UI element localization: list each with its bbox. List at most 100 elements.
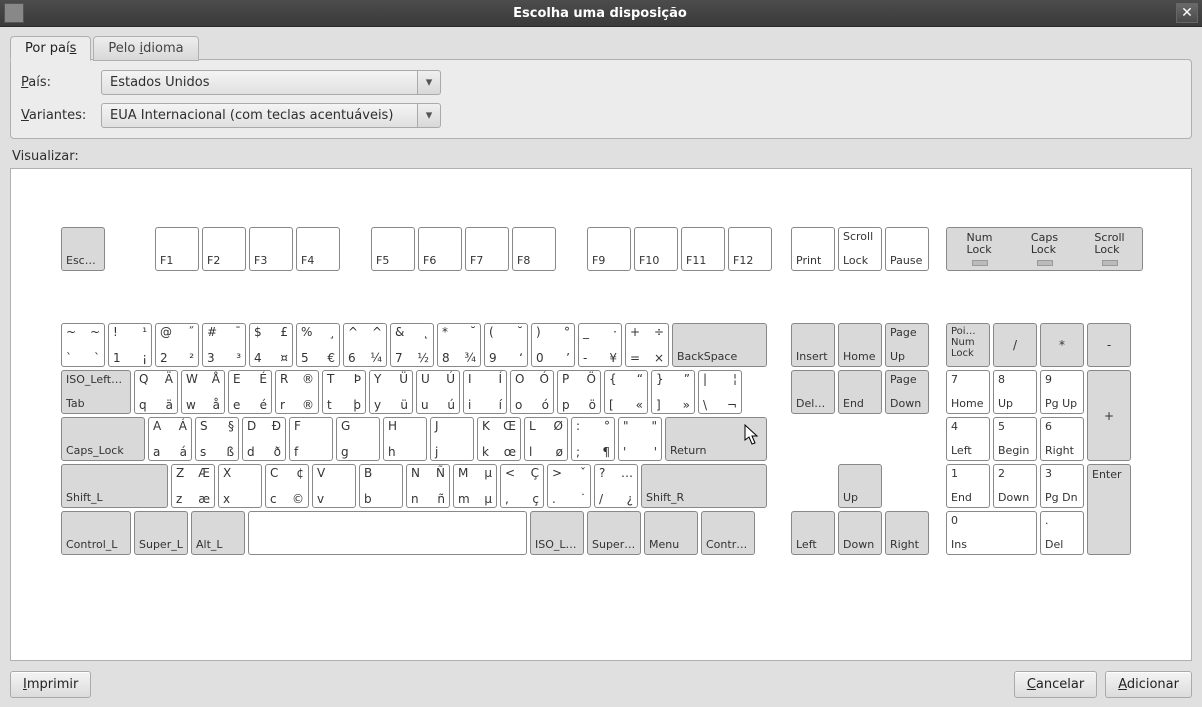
country-label: País: [21,75,101,90]
cancel-button-post: ancelar [1036,677,1084,692]
country-combo-value: Estados Unidos [101,70,417,95]
variant-label: Variantes: [21,108,101,123]
key-capslock: Caps_Lock [61,417,145,461]
key-x: Xx [218,464,262,508]
cancel-button-u: C [1027,677,1036,692]
key-d5: %¸5€ [296,323,340,367]
chevron-down-icon: ▾ [426,108,433,123]
key-d6: ^^6¼ [343,323,387,367]
key-tab: ISO_Left…Tab [61,370,131,414]
key-c: C¢c© [265,464,309,508]
key-f1: F1 [155,227,199,271]
key-end: End [838,370,882,414]
close-button[interactable]: ✕ [1176,3,1198,23]
key-arrow-left: Left [791,511,835,555]
key-f6: F6 [418,227,462,271]
key-np-4: 4Left [946,417,990,461]
key-page-up: PageUp [885,323,929,367]
variant-combo-button[interactable]: ▾ [417,103,441,128]
key-rb: }”]» [651,370,695,414]
key-t: TÞtþ [322,370,366,414]
key-f: Ff [289,417,333,461]
key-r: R®r® [275,370,319,414]
key-d3: #¯3³ [202,323,246,367]
add-button-u: A [1118,677,1127,692]
key-f8: F8 [512,227,556,271]
key-o: OÓoó [510,370,554,414]
tab-by-country[interactable]: Por país [10,36,91,61]
key-np-add: + [1087,370,1131,461]
key-a: AÁaá [148,417,192,461]
key-d9: (˘9‘ [484,323,528,367]
key-d0: )°0’ [531,323,575,367]
key-slash: ?…/¿ [594,464,638,508]
variant-label-post: ariantes: [29,108,86,123]
country-combo-button[interactable]: ▾ [417,70,441,95]
key-shift-right: Shift_R [641,464,767,508]
key-np-divide: / [993,323,1037,367]
variant-combo-value: EUA Internacional (com teclas acentuávei… [101,103,417,128]
key-arrow-up: Up [838,464,882,508]
key-print: Print [791,227,835,271]
key-page-down: PageDown [885,370,929,414]
key-np-9: 9Pg Up [1040,370,1084,414]
key-d7: &˛7½ [390,323,434,367]
variant-combo[interactable]: EUA Internacional (com teclas acentuávei… [101,103,441,128]
key-np-7: 7Home [946,370,990,414]
key-s: S§sß [195,417,239,461]
key-f4: F4 [296,227,340,271]
key-arrow-down: Down [838,511,882,555]
key-f9: F9 [587,227,631,271]
key-np-1: 1End [946,464,990,508]
key-np-8: 8Up [993,370,1037,414]
tab-by-language-label-post: dioma [143,41,183,56]
keyboard-preview: Esc…F1F2F3F4F5F6F7F8F9F10F11F12PrintScro… [10,168,1192,661]
tab-by-language-label-pre: Pelo [108,41,139,56]
key-numlock: Poi…NumLock [946,323,990,367]
key-i: IÍií [463,370,507,414]
tab-pane: País: Estados Unidos ▾ Variantes: EUA In… [10,59,1192,139]
key-super_r: Super_R [587,511,641,555]
country-label-post: aís: [28,75,51,90]
tab-by-country-label-pre: Por paí [25,41,70,56]
key-u: UÚuú [416,370,460,414]
key-np-0: 0Ins [946,511,1037,555]
key-l: LØlø [524,417,568,461]
key-v: Vv [312,464,356,508]
key-np-6: 6Right [1040,417,1084,461]
preview-label: Visualizar: [12,149,1190,164]
tab-by-country-label-u: s [70,41,77,56]
tab-by-language[interactable]: Pelo idioma [93,36,198,61]
key-np-3: 3Pg Dn [1040,464,1084,508]
key-np-2: 2Down [993,464,1037,508]
lock-indicators: NumLockCapsLockScrollLock [946,227,1143,271]
key-p: PÖpö [557,370,601,414]
key-space [248,511,527,555]
app-icon [4,3,24,23]
key-np-multiply: * [1040,323,1084,367]
key-shift-left: Shift_L [61,464,168,508]
key-d: DÐdð [242,417,286,461]
print-button-post: mprimir [27,677,79,692]
key-backspace: BackSpace [672,323,767,367]
key-alt_l: Alt_L [191,511,245,555]
key-f3: F3 [249,227,293,271]
key-d4: $£4¤ [249,323,293,367]
key-m: Mµmµ [453,464,497,508]
key-b: Bb [359,464,403,508]
add-button[interactable]: Adicionar [1105,671,1192,698]
print-button[interactable]: Imprimir [10,671,91,698]
key-menu: Menu [644,511,698,555]
key-minus: _·-¥ [578,323,622,367]
key-np-enter: Enter [1087,464,1131,555]
key-return: Return [665,417,767,461]
key-j: Jj [430,417,474,461]
country-combo[interactable]: Estados Unidos ▾ [101,70,441,95]
key-super_l: Super_L [134,511,188,555]
cancel-button[interactable]: Cancelar [1014,671,1097,698]
key-d2: @˝2² [155,323,199,367]
key-ctrl_l: Control_L [61,511,131,555]
key-np-subtract: - [1087,323,1131,367]
key-w: WÅwå [181,370,225,414]
variant-label-u: V [21,108,29,123]
